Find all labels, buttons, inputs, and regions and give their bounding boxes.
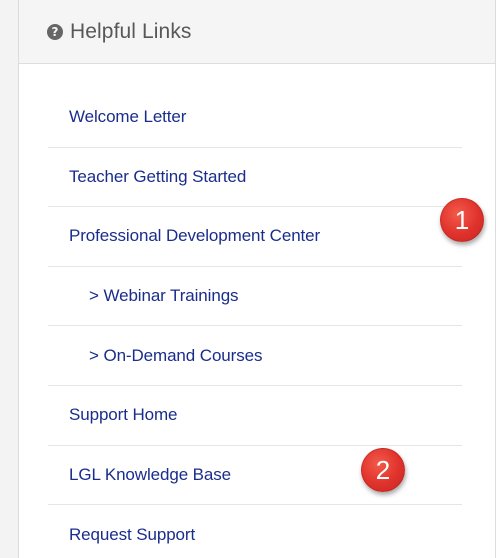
link-professional-development-center[interactable]: Professional Development Center — [69, 226, 320, 246]
list-item: Request Support — [48, 505, 462, 558]
link-teacher-getting-started[interactable]: Teacher Getting Started — [69, 167, 246, 187]
list-item: Professional Development Center — [48, 207, 462, 267]
link-webinar-trainings[interactable]: > Webinar Trainings — [89, 286, 239, 306]
link-welcome-letter[interactable]: Welcome Letter — [69, 107, 186, 127]
links-list: Welcome Letter Teacher Getting Started P… — [48, 88, 462, 558]
link-support-home[interactable]: Support Home — [69, 405, 178, 425]
panel-header: ? Helpful Links — [19, 0, 495, 64]
link-lgl-knowledge-base[interactable]: LGL Knowledge Base — [69, 465, 231, 485]
helpful-links-panel: ? Helpful Links Welcome Letter Teacher G… — [18, 0, 496, 558]
question-circle-icon: ? — [47, 24, 63, 40]
panel-title: Helpful Links — [70, 19, 192, 43]
list-item: Welcome Letter — [48, 88, 462, 148]
annotation-badge-2: 2 — [361, 448, 405, 492]
list-item: > On-Demand Courses — [48, 326, 462, 386]
link-request-support[interactable]: Request Support — [69, 525, 195, 545]
list-item: > Webinar Trainings — [48, 267, 462, 327]
list-item: Support Home — [48, 386, 462, 446]
annotation-badge-1: 1 — [440, 198, 484, 242]
link-on-demand-courses[interactable]: > On-Demand Courses — [89, 346, 262, 366]
list-item: Teacher Getting Started — [48, 148, 462, 208]
